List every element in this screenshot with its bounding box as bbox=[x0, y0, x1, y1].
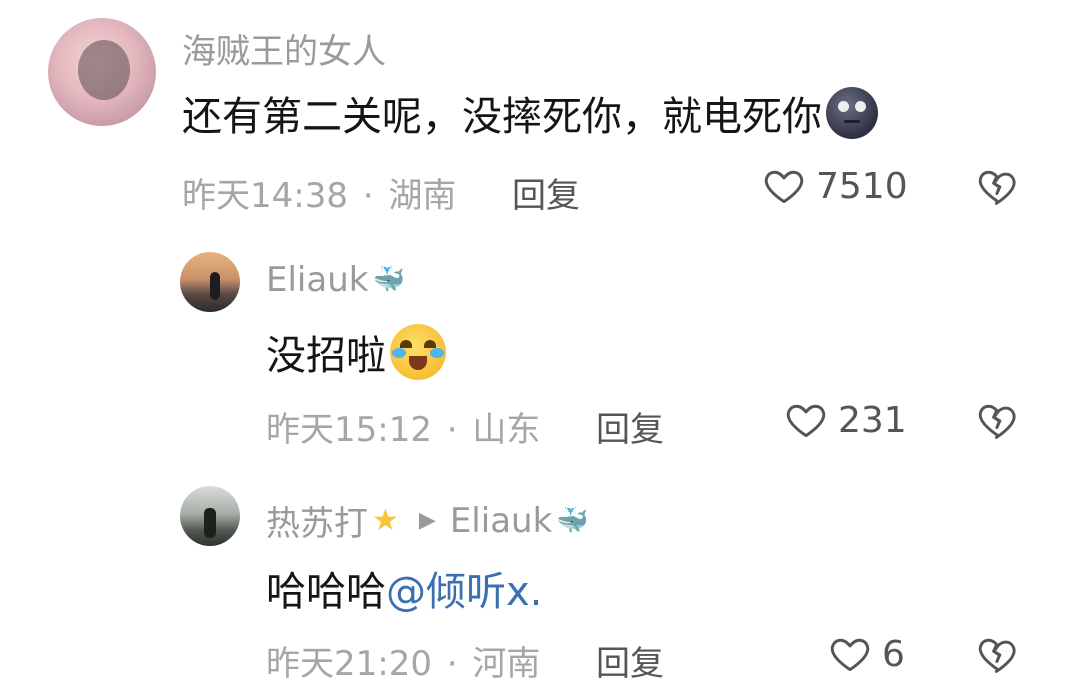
comment-username[interactable]: 海贼王的女人 bbox=[182, 24, 386, 73]
comment-1: 海贼王的女人 还有第二关呢，没摔死你，就电死你 昨天14:38 · 湖南 回复 … bbox=[0, 0, 1080, 230]
mention-link[interactable]: @倾听x. bbox=[386, 559, 542, 617]
new-moon-face-icon bbox=[826, 87, 878, 139]
reply-button[interactable]: 回复 bbox=[596, 402, 664, 451]
broken-heart-icon bbox=[978, 170, 1016, 205]
broken-heart-icon bbox=[978, 404, 1016, 439]
whale-icon: 🐳 bbox=[372, 265, 405, 295]
like-count: 231 bbox=[838, 399, 907, 441]
dislike-button[interactable] bbox=[976, 164, 1020, 208]
comment-time: 昨天21:20 bbox=[266, 644, 432, 684]
like-count: 7510 bbox=[816, 165, 908, 207]
comment-location: 山东 bbox=[472, 410, 541, 450]
comment-meta: 昨天14:38 · 湖南 bbox=[182, 176, 457, 216]
reply-button[interactable]: 回复 bbox=[596, 636, 664, 685]
star-icon: ★ bbox=[372, 503, 399, 538]
crying-laughing-face-icon bbox=[390, 324, 446, 380]
comment-location: 湖南 bbox=[388, 176, 457, 216]
comment-text: 哈哈哈 @倾听x. bbox=[266, 559, 542, 617]
dislike-button[interactable] bbox=[976, 398, 1020, 442]
like-button[interactable]: 7510 bbox=[762, 164, 908, 208]
comment-2: Eliauk 🐳 没招啦 昨天15:12 · 山东 回复 231 bbox=[0, 230, 1080, 460]
reply-to-username[interactable]: Eliauk bbox=[450, 501, 552, 541]
like-count: 6 bbox=[882, 633, 905, 675]
whale-icon: 🐳 bbox=[556, 505, 589, 536]
comment-location: 河南 bbox=[472, 644, 541, 684]
comment-username[interactable]: 热苏打 ★ ▶ Eliauk 🐳 bbox=[266, 496, 589, 545]
comment-text: 还有第二关呢，没摔死你，就电死你 bbox=[182, 87, 878, 140]
heart-icon bbox=[786, 404, 826, 438]
dislike-button[interactable] bbox=[976, 632, 1020, 676]
avatar[interactable] bbox=[180, 252, 240, 312]
avatar[interactable] bbox=[48, 18, 156, 126]
comment-meta: 昨天15:12 · 山东 bbox=[266, 410, 541, 450]
avatar[interactable] bbox=[180, 486, 240, 546]
comment-3: 热苏打 ★ ▶ Eliauk 🐳 哈哈哈 @倾听x. 昨天21:20 · 河南 … bbox=[0, 460, 1080, 688]
like-button[interactable]: 6 bbox=[828, 632, 905, 676]
heart-icon bbox=[764, 170, 804, 204]
comment-meta: 昨天21:20 · 河南 bbox=[266, 644, 541, 684]
broken-heart-icon bbox=[978, 638, 1016, 673]
like-button[interactable]: 231 bbox=[784, 398, 907, 442]
comment-time: 昨天15:12 bbox=[266, 410, 432, 450]
heart-icon bbox=[830, 638, 870, 672]
reply-button[interactable]: 回复 bbox=[512, 168, 580, 217]
comment-text: 没招啦 bbox=[266, 324, 446, 380]
comment-time: 昨天14:38 bbox=[182, 176, 348, 216]
reply-arrow-icon: ▶ bbox=[418, 508, 436, 533]
comment-username[interactable]: Eliauk 🐳 bbox=[266, 260, 405, 300]
